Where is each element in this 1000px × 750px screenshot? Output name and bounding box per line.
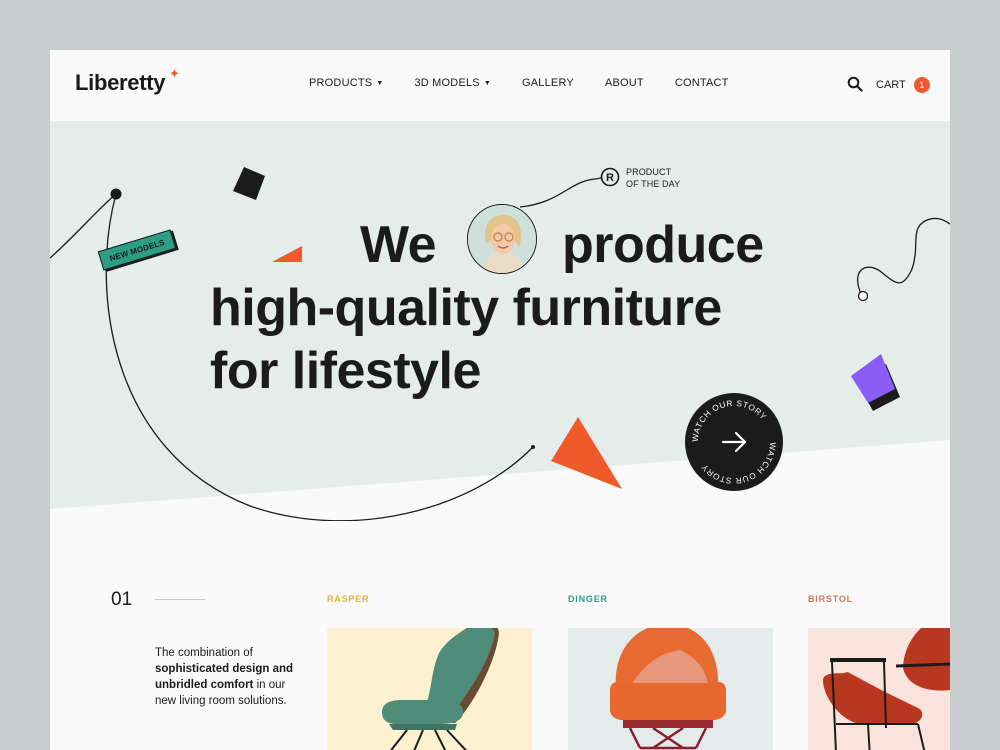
avatar-portrait-icon [468, 205, 536, 273]
red-chair-image [823, 628, 950, 750]
headline-line-2: high-quality furniture [210, 279, 722, 337]
nav-item-gallery[interactable]: GALLERY [522, 77, 574, 89]
section-index: 01 [111, 589, 133, 610]
headline-line-3: for lifestyle [210, 342, 481, 400]
cart-count-badge: 1 [913, 77, 930, 93]
avatar [467, 204, 537, 274]
nav-label: GALLERY [521, 77, 574, 89]
potd-line-2: OF THE DAY [626, 179, 681, 189]
section-description: The combination of sophisticated design … [155, 645, 295, 709]
search-icon[interactable] [847, 76, 863, 92]
svg-text:R: R [606, 172, 614, 184]
nav-label: CONTACT [674, 77, 729, 89]
nav-item-products[interactable]: PRODUCTS ▼ [309, 77, 383, 89]
logo[interactable]: Liberetty [75, 70, 166, 96]
product-label-birstol[interactable]: BIRSTOL [808, 594, 853, 604]
product-card-dinger[interactable] [568, 628, 773, 750]
site-header: Liberetty ✦ PRODUCTS ▼ 3D MODELS ▼ GALLERY… [50, 50, 950, 121]
product-label-rasper[interactable]: RASPER [327, 594, 369, 604]
caret-down-icon: ▼ [483, 79, 491, 87]
cart-button[interactable]: CART 1 [876, 77, 930, 93]
divider [155, 599, 205, 600]
main-nav: PRODUCTS ▼ 3D MODELS ▼ GALLERY ABOUT CONTA… [309, 77, 729, 89]
nav-item-3d-models[interactable]: 3D MODELS ▼ [414, 77, 491, 89]
watch-our-story-button[interactable]: WATCH OUR STORY WATCH OUR STORY [685, 393, 783, 491]
nav-item-about[interactable]: ABOUT [605, 77, 644, 89]
arrow-right-icon [721, 431, 747, 453]
headline-word-we: We [360, 216, 437, 274]
orange-chair-image [610, 628, 726, 750]
page-frame: Liberetty ✦ PRODUCTS ▼ 3D MODELS ▼ GALLERY… [50, 50, 950, 750]
nav-label: PRODUCTS [309, 77, 373, 89]
caret-down-icon: ▼ [376, 79, 384, 87]
logo-star-icon: ✦ [169, 66, 180, 81]
watch-circle-graphic: WATCH OUR STORY WATCH OUR STORY [690, 398, 778, 486]
product-card-birstol[interactable] [808, 628, 950, 750]
potd-line-1: PRODUCT [626, 167, 672, 177]
product-card-rasper[interactable] [327, 628, 532, 750]
nav-label: ABOUT [604, 77, 644, 89]
headline-word-produce: produce [562, 216, 764, 274]
product-of-the-day-label: PRODUCT OF THE DAY [626, 166, 680, 190]
svg-text:WATCH OUR STORY: WATCH OUR STORY [690, 398, 769, 442]
nav-label: 3D MODELS [414, 77, 480, 89]
watch-text: WATCH OUR STORY [690, 398, 769, 442]
cart-label: CART [876, 79, 906, 91]
nav-item-contact[interactable]: CONTACT [675, 77, 729, 89]
desc-pre: The combination of [155, 647, 253, 659]
product-label-dinger[interactable]: DINGER [568, 594, 608, 604]
registered-icon: R [600, 167, 620, 187]
green-chair-image [382, 628, 499, 750]
